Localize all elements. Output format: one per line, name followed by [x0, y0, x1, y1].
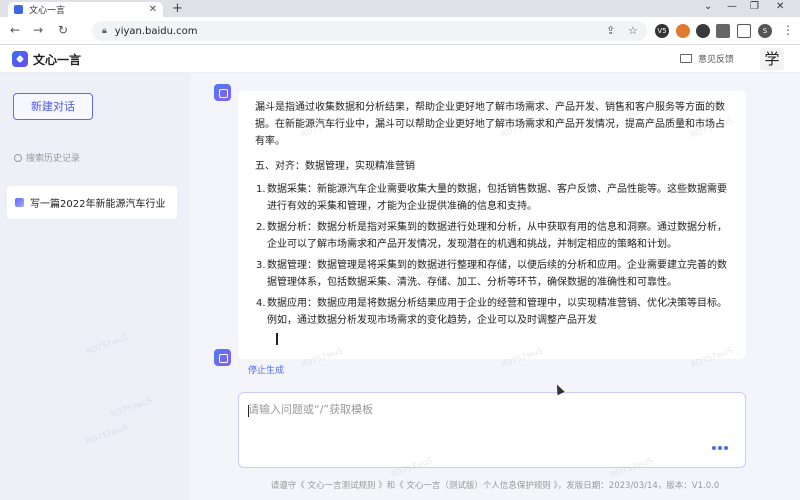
- conversation-label: 写一篇2022年新能源汽车行业: [30, 199, 166, 210]
- send-dot-icon: [724, 446, 728, 450]
- reload-button[interactable]: ↻: [58, 23, 68, 37]
- wenxin-favicon-icon: [14, 5, 23, 14]
- tab-search-icon[interactable]: ⌄: [704, 1, 712, 12]
- profile-avatar[interactable]: S: [758, 24, 772, 38]
- browser-tabstrip: 文心一言 ✕ + ⌄ — ❐ ✕: [0, 0, 800, 17]
- new-tab-button[interactable]: +: [172, 1, 183, 16]
- chat-input[interactable]: [248, 403, 728, 416]
- send-dot-icon: [718, 446, 722, 450]
- tab-close-icon[interactable]: ✕: [149, 4, 157, 15]
- sidebar: 新建对话 搜索历史记录 写一篇2022年新能源汽车行业: [0, 73, 190, 500]
- answer-intro: 漏斗是指通过收集数据和分析结果，帮助企业更好地了解市场需求、产品开发、销售和客户…: [255, 102, 725, 147]
- browser-toolbar: ← → ↻ 🔒︎ yiyan.baidu.com ⇪ ☆ V5 S ⋮: [0, 17, 800, 45]
- list-number: 4.: [256, 298, 266, 309]
- list-text: 数据分析：数据分析是指对采集到的数据进行处理和分析，从中获取有用的信息和洞察。通…: [267, 222, 727, 250]
- lock-icon: 🔒︎: [102, 26, 107, 36]
- answer-card: 漏斗是指通过收集数据和分析结果，帮助企业更好地了解市场需求、产品开发、销售和客户…: [238, 91, 746, 359]
- url-text: yiyan.baidu.com: [114, 25, 198, 37]
- bookmark-star-icon[interactable]: ☆: [628, 24, 638, 37]
- footer-note: 请遵守《 文心一言测试规则 》和《 文心一言（测试版）个人信息保护规则 》，发版…: [270, 481, 720, 491]
- typing-cursor: [276, 333, 278, 345]
- bot-avatar-icon: [214, 84, 231, 101]
- forward-button[interactable]: →: [33, 23, 43, 37]
- feedback-label: 意见反馈: [698, 55, 735, 65]
- history-search[interactable]: 搜索历史记录: [14, 151, 80, 164]
- chat-main: 漏斗是指通过收集数据和分析结果，帮助企业更好地了解市场需求、产品开发、销售和客户…: [110, 73, 800, 500]
- answer-list-item: 1. 数据采集：新能源汽车企业需要收集大量的数据，包括销售数据、客户反馈、产品性…: [255, 181, 730, 215]
- stop-generating-button[interactable]: 停止生成: [248, 363, 284, 376]
- side-panel-icon[interactable]: [737, 24, 751, 38]
- browser-tab-active[interactable]: 文心一言 ✕: [8, 2, 163, 17]
- extension-grid-icon[interactable]: [696, 24, 710, 38]
- wenxin-logo-icon: [12, 51, 28, 67]
- share-icon[interactable]: ⇪: [606, 24, 615, 37]
- restore-window-button[interactable]: ❐: [750, 1, 759, 12]
- send-button[interactable]: [712, 446, 728, 450]
- address-bar[interactable]: 🔒︎ yiyan.baidu.com ⇪ ☆: [92, 21, 647, 41]
- list-number: 2.: [256, 222, 266, 233]
- extension-v5-icon[interactable]: V5: [655, 24, 669, 38]
- bot-avatar-icon: [214, 349, 231, 366]
- send-dot-icon: [712, 446, 716, 450]
- conversation-item[interactable]: 写一篇2022年新能源汽车行业: [7, 186, 177, 219]
- feedback-button[interactable]: 意见反馈: [680, 52, 734, 65]
- close-window-button[interactable]: ✕: [776, 1, 784, 12]
- extensions-puzzle-icon[interactable]: [716, 24, 730, 38]
- app-header: 文心一言 意见反馈 学: [0, 45, 800, 73]
- tab-title: 文心一言: [29, 6, 66, 16]
- back-button[interactable]: ←: [10, 23, 20, 37]
- chat-input-box[interactable]: [238, 392, 746, 468]
- new-chat-button[interactable]: 新建对话: [13, 93, 93, 120]
- answer-list-item: 2. 数据分析：数据分析是指对采集到的数据进行处理和分析，从中获取有用的信息和洞…: [255, 219, 730, 253]
- answer-list-item: 4. 数据应用：数据应用是将数据分析结果应用于企业的经营和管理中，以实现精准营销…: [255, 295, 730, 329]
- minimize-window-button[interactable]: —: [727, 1, 737, 12]
- app-logo-text: 文心一言: [33, 53, 82, 67]
- list-number: 1.: [256, 184, 266, 195]
- extension-fox-icon[interactable]: [676, 24, 690, 38]
- list-text: 数据采集：新能源汽车企业需要收集大量的数据，包括销售数据、客户反馈、产品性能等。…: [267, 184, 727, 212]
- answer-section-title: 五、对齐：数据管理，实现精准营销: [255, 161, 415, 172]
- study-badge[interactable]: 学: [760, 48, 784, 70]
- answer-list-item: 3. 数据管理：数据管理是将采集到的数据进行整理和存储，以便后续的分析和应用。企…: [255, 257, 730, 291]
- browser-menu-icon[interactable]: ⋮: [782, 23, 794, 37]
- list-number: 3.: [256, 260, 266, 271]
- list-text: 数据管理：数据管理是将采集到的数据进行整理和存储，以便后续的分析和应用。企业需要…: [267, 260, 727, 288]
- answer-list: 1. 数据采集：新能源汽车企业需要收集大量的数据，包括销售数据、客户反馈、产品性…: [255, 181, 730, 329]
- mail-icon: [680, 54, 692, 63]
- list-text: 数据应用：数据应用是将数据分析结果应用于企业的经营和管理中，以实现精准营销、优化…: [267, 298, 727, 326]
- history-search-placeholder: 搜索历史记录: [26, 154, 81, 164]
- search-icon: [14, 153, 22, 162]
- conversation-icon: [15, 198, 24, 207]
